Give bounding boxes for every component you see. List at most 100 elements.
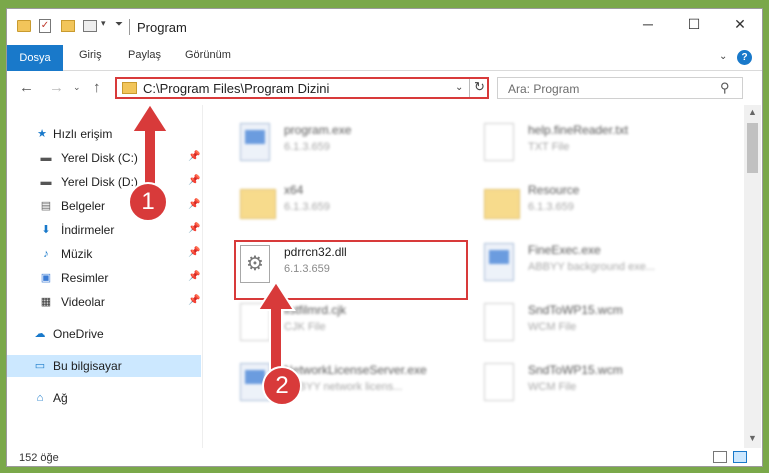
file-type: WCM File [528,321,577,333]
sidebar-item-drive-d[interactable]: ▬ Yerel Disk (D:) 📌 [7,171,201,193]
pin-icon[interactable]: 📌 [188,151,200,162]
sidebar-item-documents[interactable]: ▤ Belgeler 📌 [7,195,201,217]
pin-icon[interactable]: 📌 [188,295,200,306]
file-item[interactable]: Resource 6.1.3.659 [476,179,714,237]
sidebar-item-videos[interactable]: ▦ Videolar 📌 [7,291,201,313]
file-item[interactable]: x64 6.1.3.659 [232,179,470,237]
chevron-down-icon[interactable]: ⌄ [455,82,463,93]
minimize-button[interactable]: ─ [625,9,671,39]
sidebar-item-drive-c[interactable]: ▬ Yerel Disk (C:) 📌 [7,147,201,169]
divider [469,79,470,97]
tab-view[interactable]: Görünüm [185,49,231,61]
star-icon: ★ [37,128,47,140]
file-name: FineExec.exe [528,243,601,257]
search-input[interactable]: Ara: Program ⚲ [497,77,743,99]
folder-icon [122,82,137,94]
sidebar-item-music[interactable]: ♪ Müzik 📌 [7,243,201,265]
download-icon: ⬇ [41,224,51,236]
pin-icon[interactable]: 📌 [188,271,200,282]
pin-icon[interactable]: 📌 [188,223,200,234]
folder-icon [240,189,276,219]
properties-check-icon[interactable]: ✓ [39,19,51,33]
maximize-button[interactable]: ☐ [671,9,717,39]
sidebar-item-label: OneDrive [53,327,104,341]
refresh-icon[interactable]: ↻ [474,79,485,95]
file-type: ABBYY background exe... [528,261,655,273]
sidebar-item-label: Hızlı erişim [53,127,113,141]
file-version: 6.1.3.659 [528,201,574,213]
step-badge-2: 2 [262,366,302,406]
file-type: WCM File [528,381,577,393]
document-file-icon [484,123,514,161]
computer-icon: ▭ [34,360,46,372]
scrollbar-thumb[interactable] [747,123,758,173]
pin-icon[interactable]: 📌 [188,247,200,258]
address-bar[interactable]: C:\Program Files\Program Dizini ⌄ ↻ [115,77,489,99]
sidebar-item-label: İndirmeler [61,223,115,237]
sidebar-item-pictures[interactable]: ▣ Resimler 📌 [7,267,201,289]
up-arrow-icon[interactable]: ↑ [93,79,101,96]
sidebar-item-this-pc[interactable]: ▭ Bu bilgisayar [7,355,201,377]
sidebar-item-label: Yerel Disk (C:) [61,151,138,165]
file-version: 6.1.3.659 [284,201,330,213]
music-icon: ♪ [43,248,49,260]
customize-toolbar-icon[interactable]: ⏷ [115,19,123,30]
file-name: SndToWP15.wcm [528,363,623,377]
title-bar: ✓ ▾ ⏷ Program ─ ☐ ✕ [7,9,762,45]
pin-icon[interactable]: 📌 [188,199,200,210]
back-arrow-icon[interactable]: ← [19,79,34,96]
vertical-scrollbar[interactable]: ▲ ▼ [744,105,761,448]
tab-file[interactable]: Dosya [7,45,63,71]
ribbon-tabs: Dosya Giriş Paylaş Görünüm ⌄ ? [7,45,762,71]
file-item[interactable]: SndToWP15.wcm WCM File [476,299,714,357]
explorer-window: ✓ ▾ ⏷ Program ─ ☐ ✕ Dosya Giriş Paylaş G… [6,8,763,467]
file-item[interactable]: SndToWP15.wcm WCM File [476,359,714,417]
folder-icon[interactable] [17,20,31,32]
file-type: TXT File [528,141,570,153]
scroll-up-icon[interactable]: ▲ [748,107,757,117]
new-folder-icon[interactable] [61,20,75,32]
search-icon[interactable]: ⚲ [720,80,730,96]
navigation-bar: ← → ⌄ ↑ C:\Program Files\Program Dizini … [7,71,762,105]
recent-locations-icon[interactable]: ⌄ [73,82,81,93]
tab-share[interactable]: Paylaş [128,49,161,61]
tiles-view-icon[interactable] [733,451,747,463]
cloud-icon: ☁ [34,328,46,340]
file-name: NetworkLicenseServer.exe [284,363,427,377]
network-icon: ⌂ [36,392,44,404]
chevron-down-icon[interactable]: ▾ [101,18,106,29]
view-properties-icon[interactable] [83,20,97,32]
video-icon: ▦ [40,296,52,308]
tab-home[interactable]: Giriş [79,49,102,61]
file-name: SndToWP15.wcm [528,303,623,317]
file-version: 6.1.3.659 [284,141,330,153]
address-path[interactable]: C:\Program Files\Program Dizini [143,81,329,96]
file-name: help.fineReader.txt [528,123,629,137]
file-item[interactable]: program.exe 6.1.3.659 [232,119,470,177]
step-badge-1: 1 [128,182,168,222]
status-bar: 152 öğe [7,448,762,466]
navigation-pane: ★ Hızlı erişim ▬ Yerel Disk (C:) 📌 ▬ Yer… [7,105,203,448]
pin-icon[interactable]: 📌 [188,175,200,186]
forward-arrow-icon[interactable]: → [49,79,64,96]
sidebar-item-quick-access[interactable]: ★ Hızlı erişim [7,123,201,145]
drive-icon: ▬ [40,152,52,164]
exe-file-icon [240,123,270,161]
help-icon[interactable]: ? [737,50,752,65]
window-title: Program [137,20,187,35]
sidebar-item-label: Ağ [53,391,68,405]
details-view-icon[interactable] [713,451,727,463]
document-file-icon [484,363,514,401]
sidebar-item-label: Bu bilgisayar [53,359,122,373]
sidebar-item-onedrive[interactable]: ☁ OneDrive [7,323,201,345]
sidebar-item-network[interactable]: ⌂ Ağ [7,387,201,409]
file-item[interactable]: FineExec.exe ABBYY background exe... [476,239,714,297]
sidebar-item-label: Videolar [61,295,105,309]
sidebar-item-label: Belgeler [61,199,106,213]
sidebar-item-downloads[interactable]: ⬇ İndirmeler 📌 [7,219,201,241]
close-button[interactable]: ✕ [717,9,762,39]
scroll-down-icon[interactable]: ▼ [748,433,757,443]
file-name: x64 [284,183,304,197]
file-item[interactable]: help.fineReader.txt TXT File [476,119,714,177]
expand-ribbon-icon[interactable]: ⌄ [719,51,727,62]
